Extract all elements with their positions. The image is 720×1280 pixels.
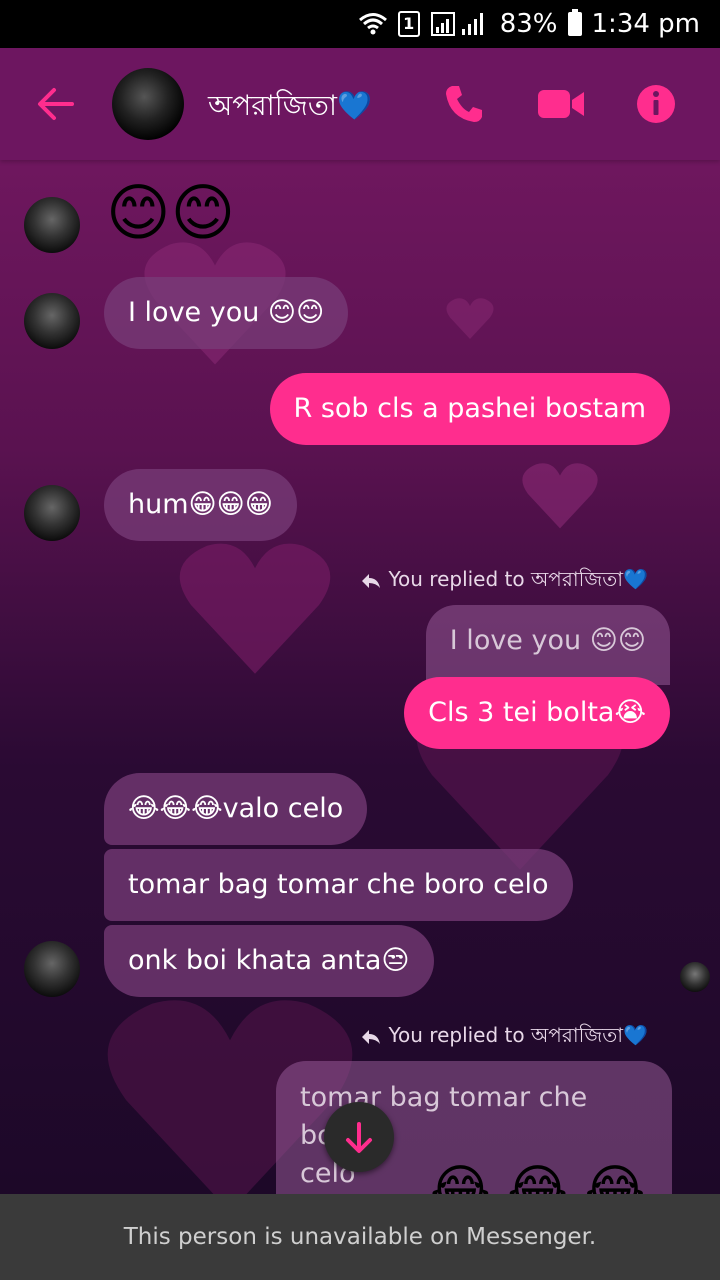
heart-decoration-icon [446, 298, 494, 339]
wifi-icon [358, 13, 387, 35]
clock: 1:34 pm [591, 9, 700, 39]
outgoing-message[interactable]: Cls 3 tei bolta😭 [404, 677, 670, 749]
emoji-message[interactable]: 😂 😂 😂 [430, 1160, 645, 1194]
info-icon[interactable] [634, 82, 678, 126]
unavailable-notice: This person is unavailable on Messenger. [0, 1194, 720, 1280]
incoming-message[interactable]: hum😁😁😁 [104, 469, 297, 541]
reply-indicator-text: You replied to অপরাজিতা💙 [388, 1023, 648, 1047]
reply-arrow-icon [362, 573, 381, 588]
seen-indicator-avatar [680, 962, 710, 992]
back-arrow-icon[interactable] [36, 84, 76, 124]
video-camera-icon[interactable] [536, 82, 586, 126]
heart-decoration-icon [179, 543, 331, 674]
sim-indicator: 1 [397, 11, 420, 37]
incoming-message[interactable]: tomar bag tomar che boro celo [104, 849, 573, 921]
heart-decoration-icon [522, 463, 598, 529]
signal-icon [430, 12, 483, 36]
quoted-message[interactable]: I love you 😊😊 [425, 605, 670, 685]
conversation-header: অপরাজিতা💙 [0, 48, 720, 160]
battery-percent: 83% [499, 9, 558, 39]
incoming-message[interactable]: onk boi khata anta😒 [104, 925, 434, 997]
sender-avatar[interactable] [24, 941, 80, 997]
outgoing-message[interactable]: R sob cls a pashei bostam [269, 373, 670, 445]
status-bar: 1 83% 1:34 pm [0, 0, 720, 48]
sender-avatar[interactable] [24, 485, 80, 541]
arrow-down-icon [346, 1122, 372, 1153]
reply-arrow-icon [362, 1029, 381, 1044]
message-list[interactable]: 😊😊 I love you 😊😊 R sob cls a pashei bost… [0, 160, 720, 1194]
contact-name[interactable]: অপরাজিতা💙 [208, 84, 372, 131]
contact-avatar[interactable] [112, 68, 184, 140]
sender-avatar[interactable] [24, 197, 80, 253]
reply-indicator-text: You replied to অপরাজিতা💙 [388, 567, 648, 591]
sender-avatar[interactable] [24, 293, 80, 349]
scroll-to-bottom-button[interactable] [324, 1102, 394, 1172]
incoming-message[interactable]: 😂😂😂valo celo [104, 773, 368, 845]
reply-indicator: You replied to অপরাজিতা💙 [360, 565, 648, 598]
incoming-message[interactable]: I love you 😊😊 [104, 277, 349, 349]
battery-icon [567, 9, 582, 36]
emoji-message[interactable]: 😊😊 [106, 176, 235, 249]
reply-indicator: You replied to অপরাজিতা💙 [360, 1021, 648, 1054]
phone-icon[interactable] [442, 82, 486, 126]
